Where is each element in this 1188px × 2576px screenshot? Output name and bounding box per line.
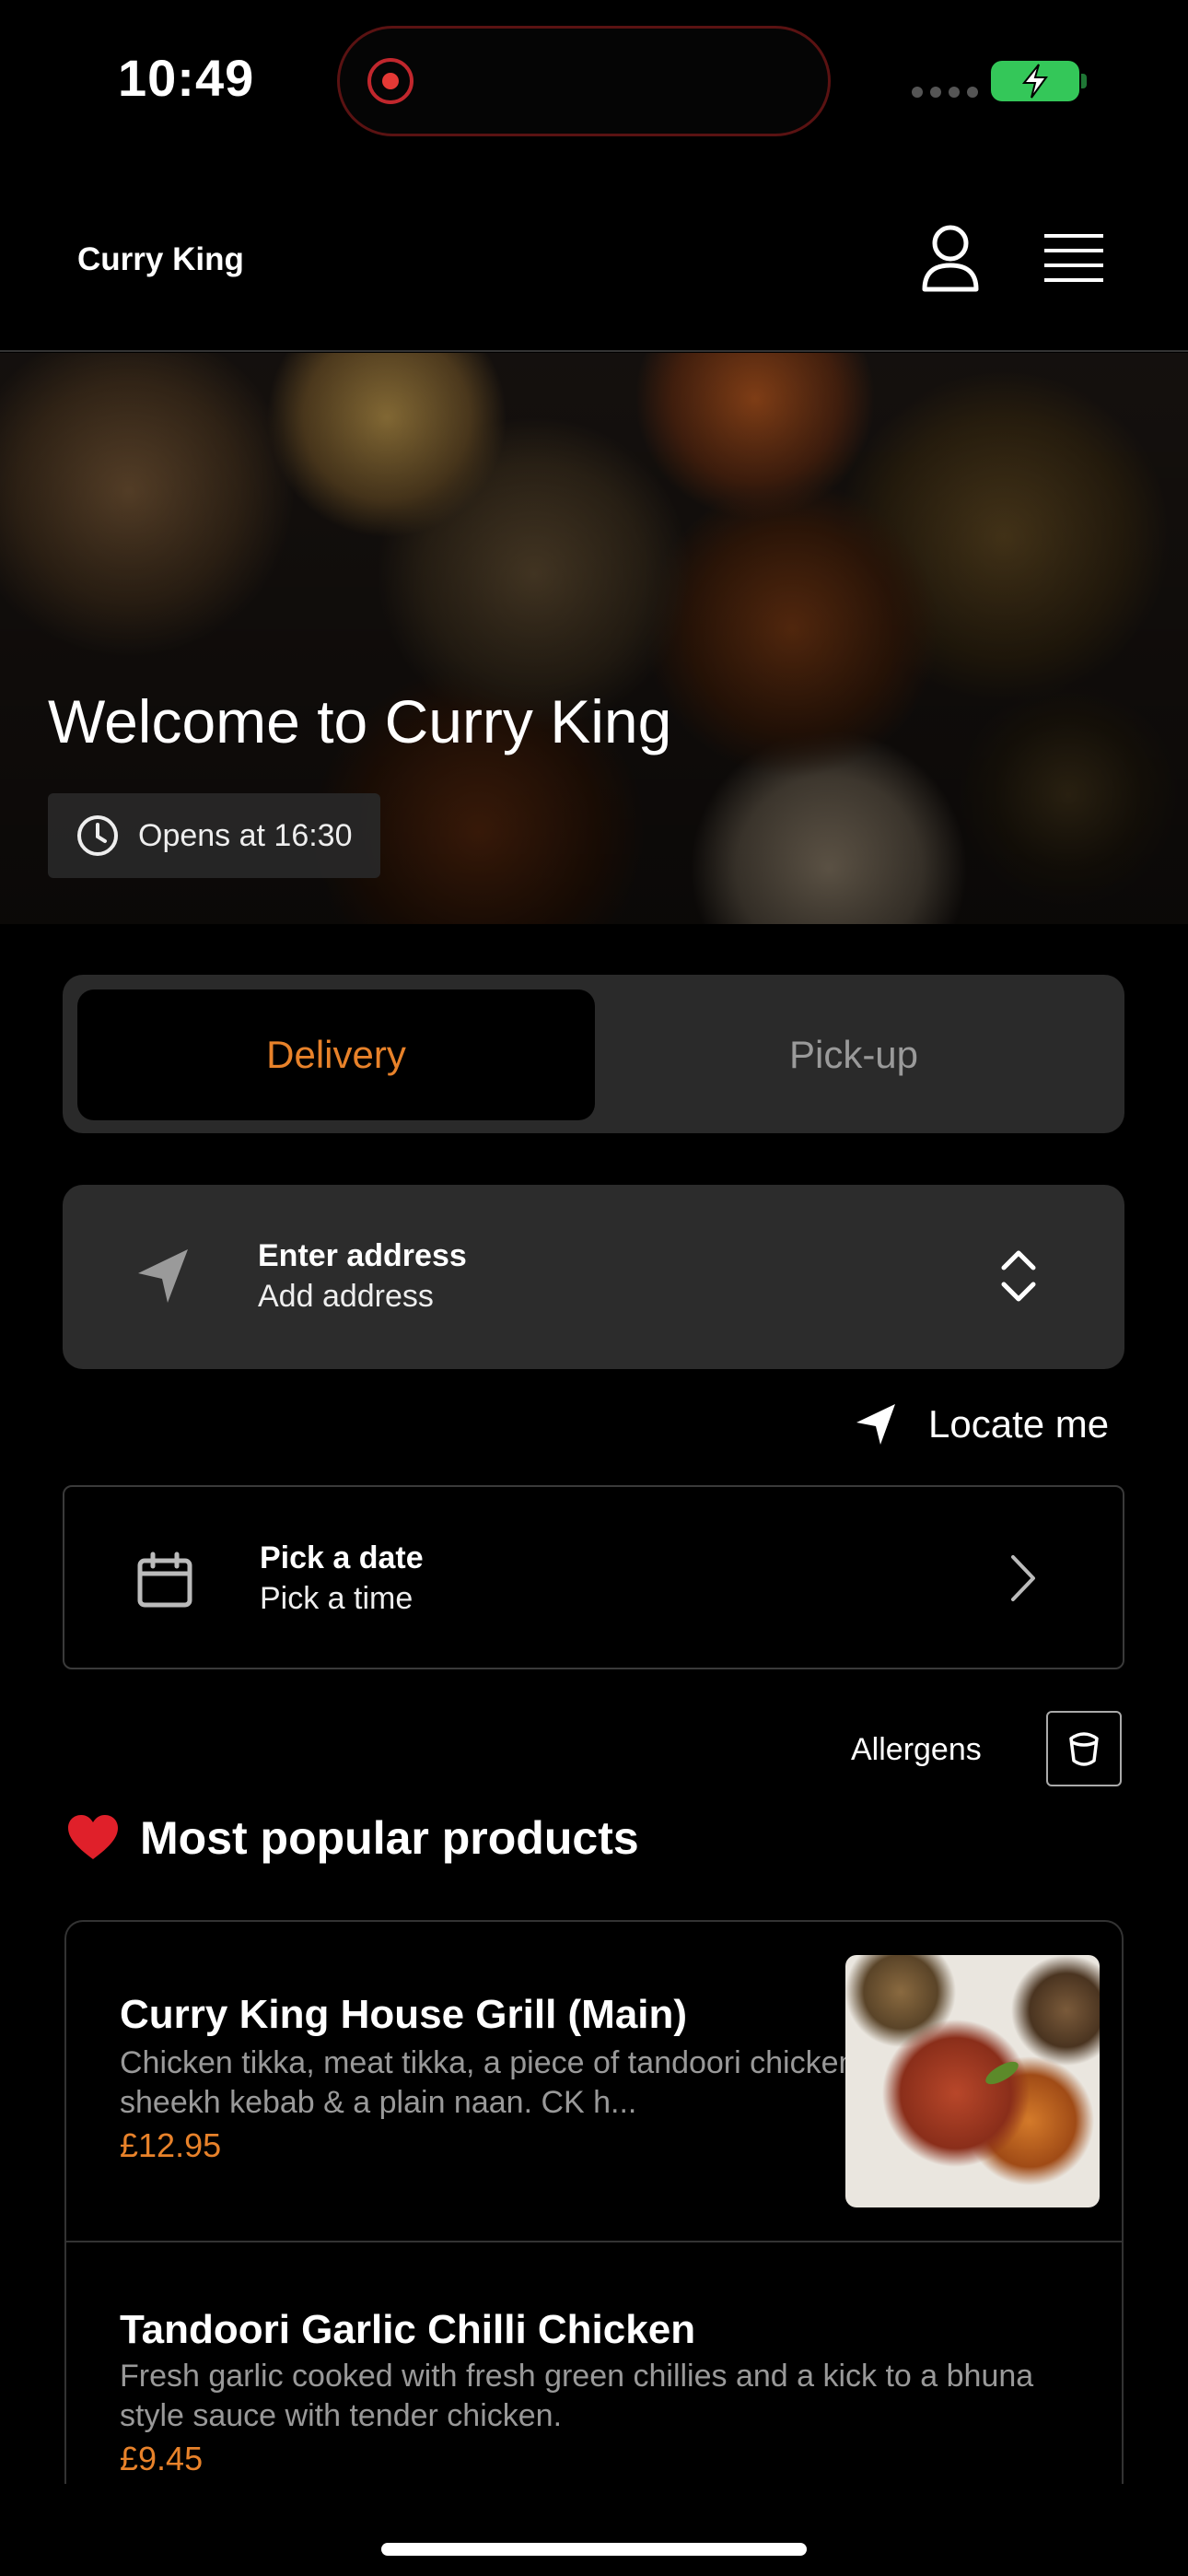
popular-products-heading: Most popular products xyxy=(66,1811,639,1865)
product-card[interactable]: Tandoori Garlic Chilli Chicken Fresh gar… xyxy=(66,2242,1122,2484)
battery-cap xyxy=(1081,74,1087,88)
date-label: Pick a date xyxy=(260,1540,424,1575)
status-time: 10:49 xyxy=(118,49,255,107)
address-selector[interactable]: Enter address Add address xyxy=(63,1185,1124,1369)
home-indicator[interactable] xyxy=(381,2543,807,2556)
product-description: Chicken tikka, meat tikka, a piece of ta… xyxy=(120,2045,865,2120)
product-name: Tandoori Garlic Chilli Chicken xyxy=(120,2307,696,2352)
user-icon xyxy=(922,225,979,292)
product-name: Curry King House Grill (Main) xyxy=(120,1992,688,2037)
brand-name[interactable]: Curry King xyxy=(77,241,244,278)
delivery-tab[interactable]: Delivery xyxy=(77,989,595,1120)
recording-indicator-icon xyxy=(367,58,413,104)
calendar-icon xyxy=(137,1551,192,1608)
allergen-shield-icon xyxy=(1069,1732,1099,1766)
location-arrow-icon xyxy=(138,1249,188,1303)
chevron-up-down-icon xyxy=(1001,1250,1036,1302)
opening-hours-badge: Opens at 16:30 xyxy=(48,793,380,878)
menu-button[interactable] xyxy=(1041,225,1107,291)
opening-hours-text: Opens at 16:30 xyxy=(138,817,353,853)
product-list: Curry King House Grill (Main) Chicken ti… xyxy=(64,1920,1124,2484)
heart-icon xyxy=(68,1815,118,1859)
pickup-tab[interactable]: Pick-up xyxy=(595,989,1112,1120)
battery-charging-icon xyxy=(991,61,1079,101)
fulfilment-mode-toggle: Delivery Pick-up xyxy=(63,975,1124,1133)
popular-products-title: Most popular products xyxy=(140,1812,639,1864)
locate-me-button[interactable]: Locate me xyxy=(855,1402,1109,1446)
product-price: £9.45 xyxy=(120,2440,204,2477)
chevron-right-icon xyxy=(1011,1555,1035,1601)
date-time-selector[interactable]: Pick a date Pick a time xyxy=(63,1485,1124,1669)
status-bar: 10:49 xyxy=(0,0,1188,166)
allergens-button[interactable] xyxy=(1046,1711,1122,1786)
locate-me-label: Locate me xyxy=(928,1402,1110,1446)
address-label: Enter address xyxy=(258,1238,467,1273)
product-image xyxy=(845,1955,1100,2207)
time-value: Pick a time xyxy=(260,1581,413,1616)
location-arrow-icon xyxy=(856,1404,895,1445)
clock-icon xyxy=(77,815,118,856)
app-header: Curry King xyxy=(0,166,1188,352)
product-price: £12.95 xyxy=(120,2126,222,2164)
product-description: Fresh garlic cooked with fresh green chi… xyxy=(120,2359,1034,2433)
hero-banner: Welcome to Curry King Opens at 16:30 xyxy=(0,353,1188,924)
account-button[interactable] xyxy=(914,221,987,295)
address-value: Add address xyxy=(258,1279,434,1314)
product-card[interactable]: Curry King House Grill (Main) Chicken ti… xyxy=(66,1922,1122,2242)
welcome-title: Welcome to Curry King xyxy=(48,687,672,755)
signal-icon xyxy=(912,87,978,98)
hamburger-icon xyxy=(1044,234,1103,238)
allergens-label[interactable]: Allergens xyxy=(851,1732,982,1768)
dynamic-island xyxy=(337,26,831,136)
